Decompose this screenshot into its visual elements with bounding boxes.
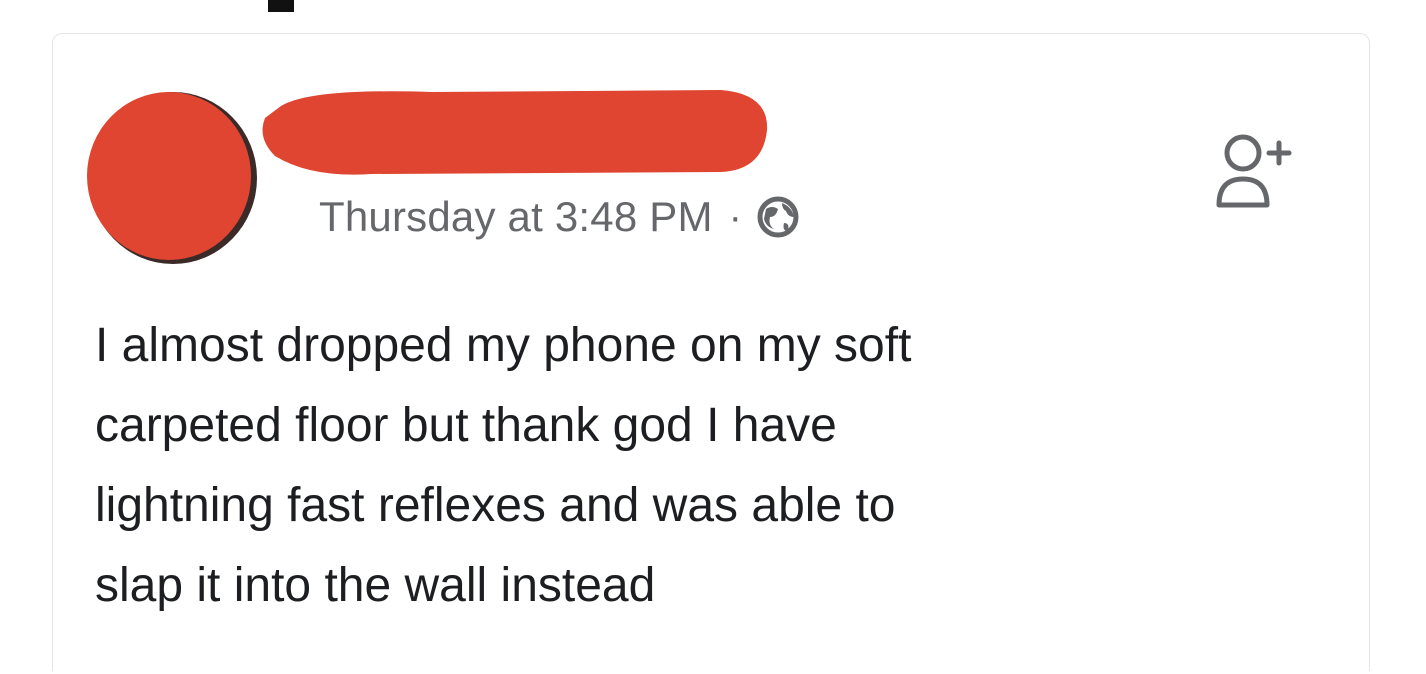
globe-icon[interactable] — [756, 195, 800, 239]
post-timestamp[interactable]: Thursday at 3:48 PM — [319, 193, 713, 241]
post-meta: Thursday at 3:48 PM · — [319, 192, 800, 242]
meta-separator: · — [728, 194, 743, 239]
author-name-redaction[interactable] — [251, 86, 771, 178]
post-card: Thursday at 3:48 PM · I almost dropped m… — [52, 33, 1370, 671]
top-edge-artifact — [268, 0, 294, 12]
add-friend-icon[interactable] — [1213, 131, 1297, 215]
post-body-text: I almost dropped my phone on my soft car… — [95, 319, 912, 612]
avatar-redaction[interactable] — [83, 88, 259, 264]
